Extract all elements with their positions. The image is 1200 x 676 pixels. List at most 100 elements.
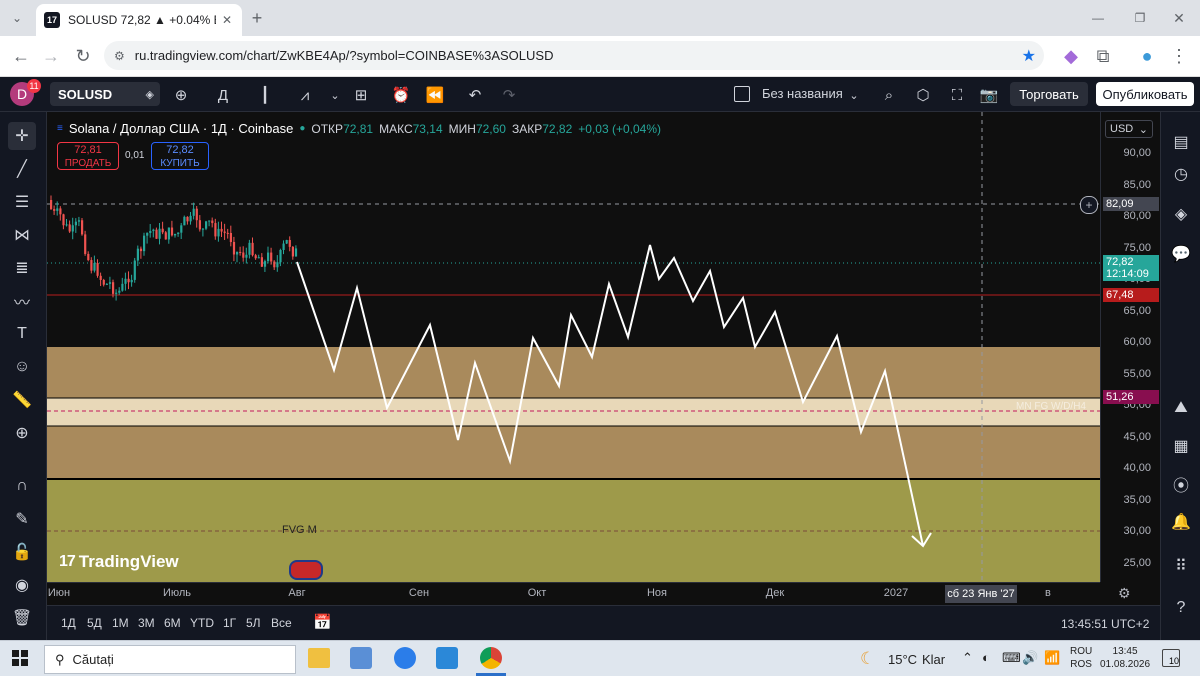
notifications-bell-icon[interactable]: 🔔 bbox=[1167, 508, 1195, 536]
wifi-icon[interactable]: 📶 bbox=[1044, 650, 1060, 666]
chart-canvas[interactable]: ≡ Solana / Доллар США · 1Д · Coinbase ● … bbox=[47, 112, 1100, 582]
layout-checkbox[interactable] bbox=[734, 86, 750, 102]
range-button[interactable]: 1Д bbox=[61, 616, 76, 630]
edge-browser-icon[interactable] bbox=[394, 647, 416, 669]
reload-icon[interactable]: ↻ bbox=[70, 43, 96, 69]
range-button[interactable]: Все bbox=[271, 616, 292, 630]
candle-style-icon[interactable]: ┃ bbox=[254, 84, 276, 106]
fib-icon[interactable]: ≣ bbox=[8, 254, 36, 282]
broadcast-icon[interactable]: ⦿ bbox=[1167, 470, 1195, 498]
symbol-search-button[interactable]: SOLUSD ◈ bbox=[50, 82, 160, 106]
tray-app-icon[interactable]: ◐ bbox=[982, 650, 990, 665]
taskbar-search-box[interactable]: ⚲ Căutați bbox=[44, 645, 296, 674]
zoom-in-icon[interactable]: ⊕ bbox=[8, 419, 36, 447]
new-tab-icon[interactable]: + bbox=[244, 5, 270, 31]
lock-drawing-icon[interactable]: ✎ bbox=[8, 505, 36, 533]
browser-menu-icon[interactable]: ⋮ bbox=[1166, 43, 1192, 69]
trendline-icon[interactable]: ╱ bbox=[8, 155, 36, 183]
weather-temp[interactable]: 15°C bbox=[888, 652, 917, 667]
ruler-icon[interactable]: 📏 bbox=[8, 386, 36, 414]
layout-name[interactable]: Без названия bbox=[762, 86, 843, 101]
app-icon[interactable] bbox=[350, 647, 372, 669]
restore-icon[interactable]: ❐ bbox=[1127, 5, 1153, 31]
indicators-icon[interactable]: ⩘ bbox=[294, 84, 316, 106]
chat-icon[interactable]: 💬 bbox=[1167, 240, 1195, 268]
compare-plus-icon[interactable]: ⊕ bbox=[170, 84, 192, 106]
ideas-icon[interactable]: ⛰ bbox=[1167, 394, 1195, 422]
indicators-menu-icon[interactable]: ⌄ bbox=[324, 84, 346, 106]
apps-grid-icon[interactable]: ⠿ bbox=[1167, 552, 1195, 580]
horizontal-lines-icon[interactable]: ☰ bbox=[8, 188, 36, 216]
extensions-puzzle-icon[interactable]: ⧉ bbox=[1090, 43, 1116, 69]
currency-selector[interactable]: USD ⌄ bbox=[1105, 120, 1153, 138]
crosshair-icon[interactable]: ✛ bbox=[8, 122, 36, 150]
date-range-calendar-icon[interactable]: 📅 bbox=[313, 613, 332, 631]
chart-settings-gear-icon[interactable]: ⚙ bbox=[1118, 585, 1131, 602]
language-indicator[interactable]: ROU ROS bbox=[1070, 645, 1092, 671]
notification-center-icon[interactable]: 10 bbox=[1162, 649, 1180, 667]
price-axis[interactable]: USD⌄ 90,0085,0080,0075,0070,0065,0060,00… bbox=[1100, 112, 1161, 582]
file-explorer-icon[interactable] bbox=[308, 648, 330, 668]
time-axis[interactable]: Июн Июль Авг Сен Окт Ноя Дек 2027 сб 23 Янв '27… bbox=[47, 582, 1100, 605]
trade-button[interactable]: Торговать bbox=[1010, 82, 1088, 106]
redo-icon[interactable]: ↷ bbox=[498, 84, 520, 106]
minimize-icon[interactable]: — bbox=[1085, 5, 1111, 31]
lock-icon[interactable]: 🔓 bbox=[8, 538, 36, 566]
range-button[interactable]: 3М bbox=[138, 616, 155, 630]
eye-icon[interactable]: ◉ bbox=[8, 571, 36, 599]
alerts-clock-icon[interactable]: ◷ bbox=[1167, 160, 1195, 188]
tray-network-icon[interactable]: ⌨ bbox=[1002, 650, 1021, 666]
news-icon[interactable]: ▦ bbox=[1167, 432, 1195, 460]
alert-icon[interactable]: ⏰ bbox=[390, 84, 412, 106]
symbol-menu-icon[interactable]: ◈ bbox=[146, 88, 154, 101]
collapse-legend-icon[interactable]: ≡ bbox=[57, 123, 63, 134]
tab-search-chevron-icon[interactable]: ⌄ bbox=[4, 5, 30, 31]
back-icon[interactable]: ← bbox=[8, 43, 34, 69]
range-button[interactable]: 1Г bbox=[223, 616, 236, 630]
settings-gear-icon[interactable]: ⬡ bbox=[912, 84, 934, 106]
taskbar-clock[interactable]: 13:45 01.08.2026 bbox=[1100, 645, 1150, 671]
range-button[interactable]: 5Д bbox=[87, 616, 102, 630]
clock-timezone[interactable]: 13:45:51 UTC+2 bbox=[1061, 617, 1149, 631]
media-player-icon[interactable] bbox=[436, 647, 458, 669]
bookmark-star-icon[interactable]: ★ bbox=[1022, 46, 1036, 66]
range-button[interactable]: 6М bbox=[164, 616, 181, 630]
undo-icon[interactable]: ↶ bbox=[464, 84, 486, 106]
help-icon[interactable]: ? bbox=[1167, 594, 1195, 622]
publish-button[interactable]: Опубликовать bbox=[1096, 82, 1194, 106]
chrome-icon[interactable] bbox=[480, 647, 502, 669]
brush-icon[interactable]: 〰 bbox=[8, 287, 36, 315]
add-price-line-icon[interactable]: + bbox=[1080, 196, 1098, 214]
extension-icon[interactable]: ◆ bbox=[1058, 43, 1084, 69]
volume-icon[interactable]: 🔊 bbox=[1022, 650, 1038, 666]
magnet-icon[interactable]: ∩ bbox=[8, 472, 36, 500]
quick-search-icon[interactable]: ⌕ bbox=[878, 84, 900, 106]
profile-avatar-icon[interactable]: ● bbox=[1134, 43, 1160, 69]
weather-desc[interactable]: Klar bbox=[922, 652, 945, 667]
tray-chevron-icon[interactable]: ⌃ bbox=[962, 650, 973, 666]
range-button[interactable]: YTD bbox=[190, 616, 214, 630]
sell-button[interactable]: 72,81 ПРОДАТЬ bbox=[57, 142, 119, 170]
replay-icon[interactable]: ⏪ bbox=[424, 84, 446, 106]
browser-tab-active[interactable]: 17 SOLUSD 72,82 ▲ +0.04% Без н ✕ bbox=[36, 4, 242, 36]
text-tool-icon[interactable]: T bbox=[8, 320, 36, 348]
fullscreen-icon[interactable]: ⛶ bbox=[946, 84, 968, 106]
windows-start-icon[interactable] bbox=[12, 650, 28, 666]
templates-grid-icon[interactable]: ⊞ bbox=[350, 84, 372, 106]
close-window-icon[interactable]: ✕ bbox=[1166, 5, 1192, 31]
interval-button[interactable]: Д bbox=[212, 84, 234, 106]
emoji-icon[interactable]: ☺ bbox=[8, 353, 36, 381]
layout-menu-icon[interactable]: ⌄ bbox=[846, 84, 862, 106]
buy-button[interactable]: 72,82 КУПИТЬ bbox=[151, 142, 209, 170]
forward-icon[interactable]: → bbox=[38, 43, 64, 69]
trash-icon[interactable]: 🗑 bbox=[8, 604, 36, 632]
pattern-icon[interactable]: ⋈ bbox=[8, 221, 36, 249]
close-tab-icon[interactable]: ✕ bbox=[222, 13, 232, 27]
site-info-icon[interactable]: ⚙ bbox=[114, 49, 125, 63]
range-button[interactable]: 1М bbox=[112, 616, 129, 630]
omnibox[interactable]: ⚙ ru.tradingview.com/chart/ZwKBE4Ap/?sym… bbox=[104, 41, 1044, 70]
watchlist-icon[interactable]: ▤ bbox=[1167, 128, 1195, 156]
snapshot-camera-icon[interactable]: 📷 bbox=[978, 84, 1000, 106]
layers-icon[interactable]: ◈ bbox=[1167, 200, 1195, 228]
range-button[interactable]: 5Л bbox=[246, 616, 261, 630]
